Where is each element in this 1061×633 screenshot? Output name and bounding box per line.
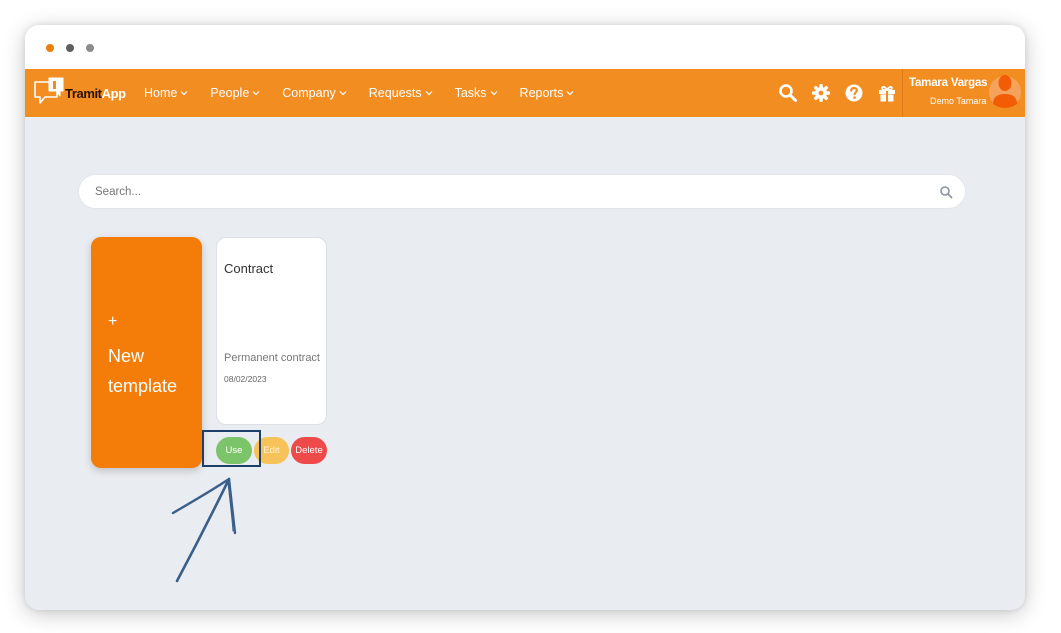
window-chrome xyxy=(25,25,1025,69)
search-input[interactable] xyxy=(95,184,915,200)
tramit-logo[interactable]: TramitApp xyxy=(32,75,126,111)
chevron-down-icon xyxy=(425,91,433,96)
menu-item-tasks[interactable]: Tasks xyxy=(455,86,498,100)
template-date: 08/02/2023 xyxy=(224,374,267,384)
browser-window: TramitApp Home People Company Requests T… xyxy=(25,25,1025,610)
menu-label: Requests xyxy=(368,86,422,100)
use-button-highlight-box xyxy=(202,430,261,467)
menu-label: Reports xyxy=(519,86,564,100)
menu-label: People xyxy=(210,86,250,100)
template-card[interactable]: Contract Permanent contract 08/02/2023 xyxy=(216,237,327,425)
brand-name-part2: App xyxy=(101,86,126,101)
menu-item-home[interactable]: Home xyxy=(144,86,188,100)
brand-name: TramitApp xyxy=(65,86,126,101)
search-icon[interactable] xyxy=(777,82,799,104)
main-menu: Home People Company Requests Tasks Repor… xyxy=(144,69,596,117)
user-divider xyxy=(902,69,903,117)
gear-icon[interactable] xyxy=(810,82,832,104)
navbar-icon-group xyxy=(777,80,909,106)
chevron-down-icon xyxy=(566,91,574,96)
menu-label: Home xyxy=(144,86,178,100)
new-template-label: New template xyxy=(108,346,178,396)
minimize-window-dot[interactable] xyxy=(66,44,74,52)
chevron-down-icon xyxy=(180,91,188,96)
template-search-bar xyxy=(78,174,966,209)
gift-icon[interactable] xyxy=(876,82,898,104)
menu-item-requests[interactable]: Requests xyxy=(369,86,433,100)
chat-bubbles-logo-icon xyxy=(34,77,64,104)
plus-icon: + xyxy=(108,313,118,330)
chevron-down-icon xyxy=(339,91,347,96)
user-name[interactable]: Tamara Vargas xyxy=(909,77,988,89)
brand-name-part1: Tramit xyxy=(65,86,102,101)
user-avatar-icon[interactable] xyxy=(989,72,1021,112)
menu-label: Tasks xyxy=(454,86,487,100)
chevron-down-icon xyxy=(490,91,497,96)
delete-template-button[interactable]: Delete xyxy=(291,437,327,464)
maximize-window-dot[interactable] xyxy=(86,44,94,52)
menu-item-people[interactable]: People xyxy=(210,86,260,100)
menu-item-reports[interactable]: Reports xyxy=(520,86,575,100)
user-organization: Demo Tamara xyxy=(930,96,987,106)
new-template-card[interactable]: + New template xyxy=(91,237,202,468)
annotation-arrow-icon xyxy=(171,477,237,583)
menu-item-company[interactable]: Company xyxy=(282,86,347,100)
menu-label: Company xyxy=(282,86,336,100)
template-title: Contract xyxy=(224,261,274,276)
help-icon[interactable] xyxy=(843,82,865,104)
top-navbar: TramitApp Home People Company Requests T… xyxy=(25,69,1025,117)
search-icon[interactable] xyxy=(939,185,953,199)
close-window-dot[interactable] xyxy=(46,44,54,52)
template-description: Permanent contract xyxy=(224,352,320,364)
chevron-down-icon xyxy=(252,91,260,96)
